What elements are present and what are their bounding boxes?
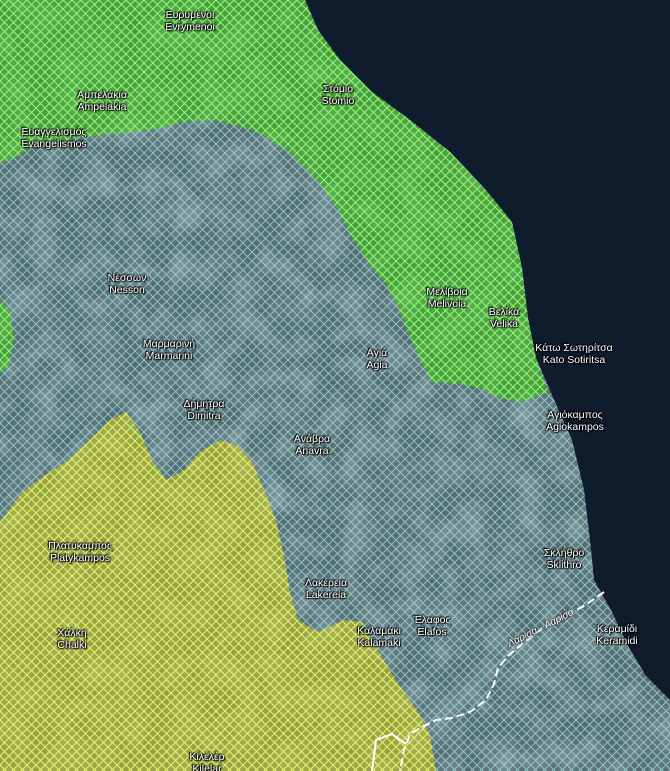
place-name-greek: Ανάβρα <box>293 433 331 445</box>
place-name-latin: Anavra <box>295 445 329 457</box>
place-elafos[interactable]: Έλαφος Elafos <box>413 614 450 638</box>
place-name-greek: Αγιόκαμπος <box>547 409 603 421</box>
place-marmarini[interactable]: Μαρμαρινή Marmarini <box>143 338 195 362</box>
place-name-latin: Lakereia <box>305 589 347 601</box>
map-view[interactable]: Λάρισα - Λαρίσα Ευρυμένοι Evrymenoi Αμπε… <box>0 0 670 771</box>
place-evangelismos[interactable]: Ευαγγελισμός Evangelismos <box>21 126 86 150</box>
place-name-latin: Kilelar <box>192 763 222 771</box>
place-name-latin: Sklithro <box>546 559 582 571</box>
place-name-greek: Μελίβοια <box>426 286 468 298</box>
place-melivoia[interactable]: Μελίβοια Melivoia <box>426 286 467 310</box>
place-ampelakia[interactable]: Αμπελάκια Ampelakia <box>77 89 127 113</box>
place-nesson[interactable]: Νέσσων Nesson <box>108 272 147 296</box>
place-agiokampos[interactable]: Αγιόκαμπος Agiokampos <box>546 409 604 433</box>
place-kilelar[interactable]: Κιλελέρ Kilelar <box>189 751 224 771</box>
place-name-greek: Αμπελάκια <box>77 89 127 101</box>
place-name-latin: Marmarini <box>145 350 193 362</box>
place-name-latin: Ampelakia <box>77 101 127 113</box>
place-kato-sotiritsa[interactable]: Κάτω Σωτηρίτσα Kato Sotiritsa <box>535 342 612 366</box>
place-name-greek: Αγιά <box>366 347 388 359</box>
place-name-latin: Kato Sotiritsa <box>542 354 606 366</box>
place-name-greek: Δήμητρα <box>183 398 225 410</box>
place-name-greek: Καλαμάκι <box>357 625 401 637</box>
place-name-greek: Βελίκα <box>488 306 520 318</box>
place-name-greek: Ευρυμένοι <box>165 9 215 21</box>
place-name-latin: Agiokampos <box>546 421 604 433</box>
place-name-greek: Κιλελέρ <box>189 751 225 763</box>
place-name-greek: Στόμιο <box>322 83 354 95</box>
place-dimitra[interactable]: Δήμητρα Dimitra <box>184 398 225 422</box>
place-name-greek: Χάλκη <box>57 627 87 639</box>
place-name-latin: Elafos <box>417 626 447 638</box>
place-name-latin: Nesson <box>109 284 145 296</box>
place-name-latin: Evrymenoi <box>165 21 215 33</box>
place-velika[interactable]: Βελίκα Velika <box>489 306 519 330</box>
place-agia[interactable]: Αγιά Agia <box>366 347 387 371</box>
place-name-latin: Keramidi <box>596 635 638 647</box>
place-name-greek: Λακέρεια <box>304 577 348 589</box>
place-name-greek: Κάτω Σωτηρίτσα <box>535 342 613 354</box>
place-evrymenoi[interactable]: Ευρυμένοι Evrymenoi <box>165 9 215 33</box>
place-sklithro[interactable]: Σκλήθρο Sklithro <box>544 547 584 571</box>
place-name-greek: Πλατύκαμπος <box>48 540 112 552</box>
place-kalamaki[interactable]: Καλαμάκι Kalamaki <box>357 625 401 649</box>
place-name-latin: Stomio <box>321 95 355 107</box>
place-name-greek: Μαρμαρινή <box>142 338 196 350</box>
place-name-latin: Kalamaki <box>357 637 401 649</box>
place-name-greek: Έλαφος <box>413 614 451 626</box>
place-name-greek: Ευαγγελισμός <box>21 126 87 138</box>
place-name-greek: Κεραμίδι <box>596 623 638 635</box>
place-keramidi[interactable]: Κεραμίδι Keramidi <box>596 623 637 647</box>
place-name-latin: Melivoia <box>427 298 467 310</box>
place-anavra[interactable]: Ανάβρα Anavra <box>294 433 330 457</box>
map-canvas <box>0 0 670 771</box>
place-platykampos[interactable]: Πλατύκαμπος Platykampos <box>48 540 112 564</box>
place-name-latin: Dimitra <box>187 410 221 422</box>
place-name-latin: Evangelismos <box>21 138 87 150</box>
place-name-latin: Chalki <box>57 639 87 651</box>
place-name-greek: Σκλήθρο <box>543 547 585 559</box>
place-name-latin: Velika <box>489 318 519 330</box>
place-name-latin: Agia <box>366 359 388 371</box>
place-lakereia[interactable]: Λακέρεια Lakereia <box>305 577 347 601</box>
place-name-greek: Νέσσων <box>107 272 147 284</box>
place-stomio[interactable]: Στόμιο Stomio <box>322 83 355 107</box>
place-chalki[interactable]: Χάλκη Chalki <box>57 627 86 651</box>
place-name-latin: Platykampos <box>49 552 111 564</box>
